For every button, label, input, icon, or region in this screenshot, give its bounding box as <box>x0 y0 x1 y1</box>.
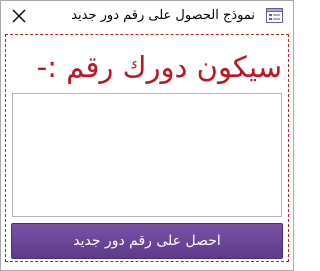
close-icon <box>12 9 26 23</box>
close-button[interactable] <box>7 5 31 27</box>
queue-number-heading: سيكون دورك رقم :- <box>36 50 282 84</box>
form-body: سيكون دورك رقم :- احصل على رقم دور جديد <box>5 34 289 262</box>
get-new-number-button[interactable]: احصل على رقم دور جديد <box>11 223 283 259</box>
queue-number-display[interactable] <box>12 93 282 217</box>
title-bar: نموذج الحصول على رقم دور جديد <box>1 1 293 33</box>
form-icon <box>266 8 283 23</box>
window-title: نموذج الحصول على رقم دور جديد <box>71 8 255 23</box>
form-window: نموذج الحصول على رقم دور جديد سيكون دورك… <box>0 0 294 271</box>
